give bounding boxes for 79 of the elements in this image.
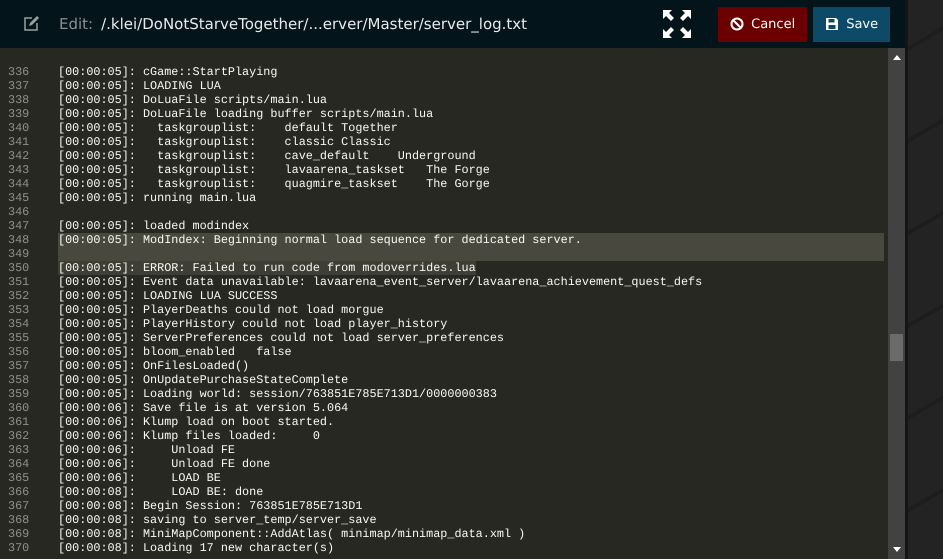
scrollbar-thumb[interactable]	[890, 334, 904, 361]
line-number: 358	[7, 373, 30, 387]
code-line: [00:00:05]: taskgrouplist: quagmire_taskset The Gorge	[58, 177, 490, 191]
code-line: [00:00:05]: PlayerHistory could not load player_history	[58, 317, 448, 331]
line-number: 345	[7, 191, 30, 205]
code-line: [00:00:05]: taskgrouplist: classic Classic	[58, 135, 391, 149]
code-line: [00:00:05]: DoLuaFile loading buffer scripts/main.lua	[58, 107, 434, 121]
code-line: [00:00:06]: Klump load on boot started.	[58, 415, 334, 429]
line-number: 365	[7, 471, 30, 485]
line-number: 362	[7, 429, 30, 443]
scroll-up-icon[interactable]	[892, 55, 901, 60]
line-number: 337	[7, 79, 30, 93]
code-line: [00:00:05]: ServerPreferences could not load server_preferences	[58, 331, 504, 345]
line-number: 367	[7, 499, 30, 513]
code-line: [00:00:08]: MiniMapComponent::AddAtlas( minimap/minimap_data.xml )	[58, 527, 526, 541]
code-line: [00:00:06]: Unload FE	[58, 443, 235, 457]
code-line: [00:00:06]: Save file is at version 5.064	[58, 401, 348, 415]
line-number: 352	[7, 289, 30, 303]
line-number: 348	[7, 233, 30, 247]
line-number: 356	[7, 345, 30, 359]
line-number: 343	[7, 163, 30, 177]
code-line: [00:00:05]: PlayerDeaths could not load morgue	[58, 303, 384, 317]
fullscreen-icon[interactable]	[662, 9, 692, 39]
line-number: 355	[7, 331, 30, 345]
line-number: 350	[7, 261, 30, 275]
edit-icon	[23, 16, 39, 32]
code-line: [00:00:05]: Loading world: session/763851E785E713D1/0000000383	[58, 387, 497, 401]
save-icon	[825, 17, 840, 31]
line-number: 339	[7, 107, 30, 121]
code-line: [00:00:08]: LOAD BE: done	[58, 485, 264, 499]
line-number: 369	[7, 527, 30, 541]
code-line: [00:00:05]: LOADING LUA SUCCESS	[58, 289, 278, 303]
edit-label: Edit:	[59, 15, 94, 33]
line-number: 361	[7, 415, 30, 429]
line-number: 370	[7, 541, 30, 555]
line-number: 353	[7, 303, 30, 317]
code-line: [00:00:05]: running main.lua	[58, 191, 256, 205]
line-number: 363	[7, 443, 30, 457]
save-button[interactable]: Save	[813, 6, 890, 42]
line-number: 336	[7, 65, 30, 79]
cancel-icon	[730, 17, 744, 31]
code-line: [00:00:05]: DoLuaFile scripts/main.lua	[58, 93, 328, 107]
cancel-button[interactable]: Cancel	[718, 6, 808, 42]
code-line: [00:00:06]: Klump files loaded: 0	[58, 429, 320, 443]
code-line: [00:00:08]: Loading 17 new character(s)	[58, 541, 334, 555]
code-line: [00:00:05]: loaded modindex	[58, 219, 250, 233]
code-line: [00:00:05]: OnUpdatePurchaseStateComplete	[58, 373, 348, 387]
code-line: [00:00:05]: bloom_enabled false	[58, 345, 292, 359]
code-line: [00:00:05]: taskgrouplist: default Together	[58, 121, 398, 135]
code-line: [00:00:05]: taskgrouplist: cave_default Underground	[58, 149, 476, 163]
line-number: 368	[7, 513, 30, 527]
code-line: [00:00:05]: LOADING LUA	[58, 79, 221, 93]
line-number: 338	[7, 93, 30, 107]
code-line: [00:00:06]: Unload FE done	[58, 457, 270, 471]
scrollbar[interactable]	[888, 48, 906, 559]
line-number: 357	[7, 359, 30, 373]
code-line: [00:00:05]: Event data unavailable: lavaarena_event_server/lavaarena_achievement_quest_defs	[58, 275, 702, 289]
code-line: [00:00:05]: OnFilesLoaded()	[58, 359, 250, 373]
code-line: [00:00:06]: LOAD BE	[58, 471, 221, 485]
line-number: 351	[7, 275, 30, 289]
line-number: 341	[7, 135, 30, 149]
line-number: 366	[7, 485, 30, 499]
code-editor[interactable]	[0, 48, 906, 559]
scroll-down-icon[interactable]	[892, 547, 901, 552]
line-number: 360	[7, 401, 30, 415]
line-number: 364	[7, 457, 30, 471]
line-number: 346	[7, 205, 30, 219]
line-number: 349	[7, 247, 30, 261]
code-line: [00:00:08]: Begin Session: 763851E785E713D1	[58, 499, 362, 513]
code-line: [00:00:05]: taskgrouplist: lavaarena_taskset The Forge	[58, 163, 490, 177]
line-number: 347	[7, 219, 30, 233]
line-number: 344	[7, 177, 30, 191]
line-number: 340	[7, 121, 30, 135]
line-number: 354	[7, 317, 30, 331]
file-path: /.klei/DoNotStarveTogether/...erver/Master/server_log.txt	[101, 15, 528, 33]
line-number: 342	[7, 149, 30, 163]
code-line: [00:00:08]: saving to server_temp/server_save	[58, 513, 377, 527]
line-number: 359	[7, 387, 30, 401]
code-line: [00:00:05]: cGame::StartPlaying	[58, 65, 278, 79]
